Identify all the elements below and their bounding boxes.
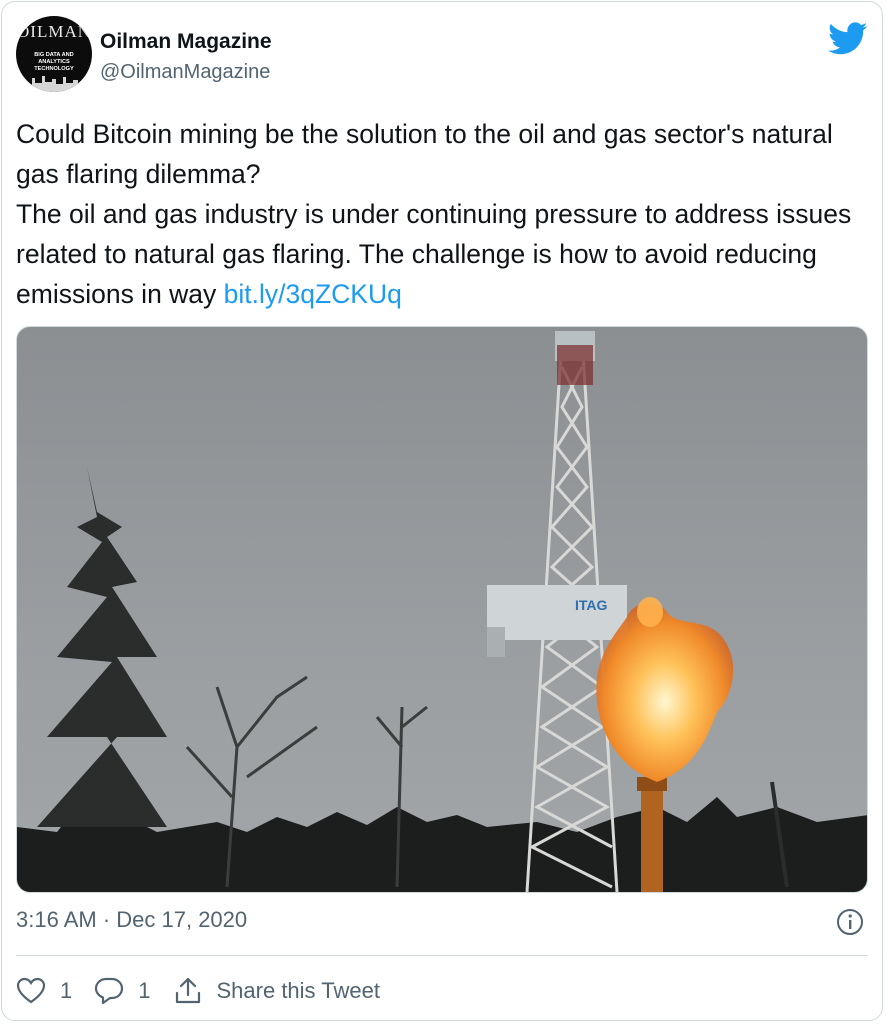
reply-button[interactable]: 1 — [94, 976, 151, 1006]
like-button[interactable]: 1 — [16, 977, 72, 1005]
like-count: 1 — [60, 978, 73, 1003]
divider — [16, 955, 868, 956]
share-button[interactable]: Share this Tweet — [173, 976, 380, 1006]
tweet-text-body: The oil and gas industry is under contin… — [16, 199, 852, 309]
info-icon[interactable] — [835, 907, 865, 937]
tweet-text: Could Bitcoin mining be the solution to … — [16, 114, 876, 314]
tweet-photo[interactable]: ITAG — [16, 326, 868, 893]
rig-sign-text: ITAG — [575, 597, 608, 613]
tweet-text-line-1: Could Bitcoin mining be the solution to … — [16, 119, 833, 189]
tweet-link[interactable]: bit.ly/3qZCKUq — [224, 279, 402, 309]
twitter-bird-icon[interactable] — [828, 22, 868, 56]
heart-icon — [16, 977, 46, 1004]
avatar-subtitle: BIG DATA AND ANALYTICS TECHNOLOGY — [34, 52, 74, 72]
gas-flare-rig-image: ITAG — [17, 331, 867, 892]
author-name[interactable]: Oilman Magazine — [100, 30, 272, 54]
avatar-logo-text: OILMAN — [17, 22, 91, 41]
tweet-card: OILMAN BIG DATA AND ANALYTICS TECHNOLOGY… — [1, 1, 883, 1021]
share-label: Share this Tweet — [216, 978, 380, 1003]
avatar-skyline-graphic — [16, 76, 92, 92]
author-handle[interactable]: @OilmanMagazine — [100, 61, 270, 84]
flare-stack — [641, 785, 663, 892]
share-icon — [175, 977, 200, 1004]
tweet-timestamp[interactable]: 3:16 AM · Dec 17, 2020 — [16, 907, 247, 933]
reply-icon — [95, 977, 124, 1005]
avatar[interactable]: OILMAN BIG DATA AND ANALYTICS TECHNOLOGY — [16, 16, 92, 92]
tweet-text-line-2: The oil and gas industry is under contin… — [16, 194, 876, 314]
reply-count: 1 — [138, 978, 151, 1003]
tweet-actions: 1 1 Share this Tweet — [16, 972, 402, 1010]
